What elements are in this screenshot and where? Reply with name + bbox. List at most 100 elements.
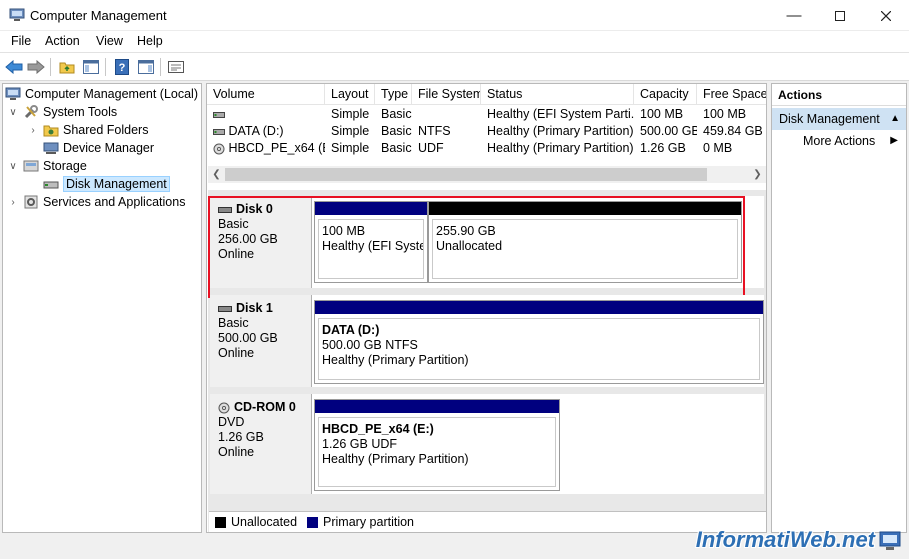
disk-1-row[interactable]: Disk 1 Basic 500.00 GB Online DATA (D:) … — [210, 295, 764, 387]
tree-item-device-manager[interactable]: Device Manager — [39, 139, 154, 157]
menu-bar: File Action View Help — [0, 31, 909, 53]
volume-icon — [213, 111, 225, 118]
tree-label: Computer Management (Local) — [25, 87, 198, 101]
partition-status: Healthy (Primary Partition) — [322, 452, 469, 466]
table-row[interactable]: DATA (D:) Simple Basic NTFS Healthy (Pri… — [207, 123, 766, 140]
partition-data-d[interactable]: DATA (D:) 500.00 GB NTFS Healthy (Primar… — [314, 300, 764, 384]
table-row[interactable]: HBCD_PE_x64 (E:) Simple Basic UDF Health… — [207, 140, 766, 157]
partition-title: HBCD_PE_x64 (E:) — [322, 422, 434, 436]
partition-size: 500.00 GB NTFS — [322, 338, 418, 352]
chevron-right-icon[interactable]: › — [27, 125, 39, 136]
more-actions-label: More Actions — [803, 134, 876, 148]
partition-details: HBCD_PE_x64 (E:) 1.26 GB UDF Healthy (Pr… — [318, 417, 556, 487]
partition-title: DATA (D:) — [322, 323, 380, 337]
tree-label: System Tools — [43, 105, 118, 119]
disk-1-label[interactable]: Disk 1 Basic 500.00 GB Online — [210, 295, 312, 387]
title-bar: Computer Management — — [0, 0, 909, 31]
tree-item-services-and-applications[interactable]: › Services and Applications — [7, 193, 185, 211]
column-type[interactable]: Type — [375, 84, 412, 105]
tree-item-system-tools[interactable]: ∨ System Tools — [7, 103, 117, 121]
watermark-text: InformatiWeb.net — [695, 527, 875, 552]
minimize-button[interactable]: — — [771, 0, 817, 31]
menu-view[interactable]: View — [96, 34, 123, 48]
type-cell: Basic — [381, 141, 412, 155]
column-layout[interactable]: Layout — [325, 84, 375, 105]
legend-unallocated: Unallocated — [231, 515, 298, 529]
toolbar: ? — [0, 53, 909, 81]
cd-drive-icon — [213, 143, 225, 155]
partition-size: 1.26 GB UDF — [322, 437, 398, 451]
shared-folder-icon — [43, 125, 59, 137]
tree-label: Disk Management — [63, 176, 170, 192]
tree-item-computer-management[interactable]: Computer Management (Local) — [5, 85, 198, 103]
partition-status: Healthy (Primary Partition) — [322, 353, 469, 367]
toolbar-separator — [160, 58, 161, 76]
tree-item-shared-folders[interactable]: › Shared Folders — [27, 121, 148, 139]
properties-button[interactable] — [166, 57, 186, 77]
minimize-icon: — — [786, 7, 802, 24]
partition-details: DATA (D:) 500.00 GB NTFS Healthy (Primar… — [318, 318, 760, 380]
capacity-cell: 500.00 GB — [640, 124, 697, 138]
collapse-up-icon[interactable]: ▲ — [890, 108, 900, 130]
menu-file[interactable]: File — [11, 34, 31, 48]
forward-button[interactable] — [26, 57, 46, 77]
back-arrow-icon — [5, 60, 23, 74]
volume-cell — [207, 106, 325, 123]
highlight-box — [208, 196, 745, 298]
chevron-down-icon[interactable]: ∨ — [7, 161, 19, 172]
cd-rom-0-label[interactable]: CD-ROM 0 DVD 1.26 GB Online — [210, 394, 312, 494]
computer-management-icon — [5, 87, 21, 100]
scroll-left-icon[interactable]: ❮ — [208, 166, 225, 183]
actions-pane: Actions Disk Management ▲ More Actions ▶ — [771, 83, 907, 533]
column-status[interactable]: Status — [481, 84, 634, 105]
show-hide-action-pane-button[interactable] — [136, 57, 156, 77]
chevron-right-icon[interactable]: › — [7, 197, 19, 208]
window-title: Computer Management — [30, 8, 167, 23]
fs-cell: NTFS — [418, 124, 451, 138]
help-button[interactable]: ? — [112, 57, 132, 77]
primary-partition-bar — [315, 301, 763, 314]
column-capacity[interactable]: Capacity — [634, 84, 697, 105]
action-pane-icon — [138, 60, 154, 74]
disk-management-icon — [43, 181, 59, 189]
scroll-right-icon[interactable]: ❯ — [749, 166, 766, 183]
status-cell: Healthy (Primary Partition) — [487, 124, 634, 138]
unallocated-swatch — [215, 516, 226, 528]
column-volume[interactable]: Volume — [207, 84, 325, 105]
tree-item-disk-management[interactable]: Disk Management — [39, 175, 170, 193]
up-folder-button[interactable] — [57, 57, 77, 77]
status-cell: Healthy (EFI System Parti... — [487, 107, 634, 121]
horizontal-scrollbar[interactable]: ❮ ❯ — [208, 166, 766, 183]
table-row[interactable]: Simple Basic Healthy (EFI System Parti..… — [207, 106, 766, 123]
disk-name: Disk 1 — [236, 301, 273, 315]
scrollbar-thumb[interactable] — [225, 168, 707, 181]
free-space-cell: 0 MB — [703, 141, 733, 155]
column-file-system[interactable]: File System — [412, 84, 481, 105]
more-actions-link[interactable]: More Actions ▶ — [772, 130, 906, 152]
services-icon — [24, 195, 38, 209]
partition-hbcd-e[interactable]: HBCD_PE_x64 (E:) 1.26 GB UDF Healthy (Pr… — [314, 399, 560, 491]
type-cell: Basic — [381, 124, 412, 138]
primary-partition-bar — [315, 400, 559, 413]
volume-list-header: Volume Layout Type File System Status Ca… — [207, 84, 766, 105]
back-button[interactable] — [4, 57, 24, 77]
system-tools-icon — [24, 105, 38, 119]
show-hide-tree-button[interactable] — [81, 57, 101, 77]
menu-action[interactable]: Action — [45, 34, 80, 48]
maximize-button[interactable] — [817, 0, 863, 31]
column-free-space[interactable]: Free Space — [697, 84, 766, 105]
storage-icon — [23, 160, 39, 172]
tree-item-storage[interactable]: ∨ Storage — [7, 157, 86, 175]
close-icon — [881, 10, 891, 21]
actions-section-label: Disk Management — [779, 112, 880, 126]
close-button[interactable] — [863, 0, 909, 31]
cd-rom-0-row[interactable]: CD-ROM 0 DVD 1.26 GB Online HBCD_PE_x64 … — [210, 394, 764, 494]
disk-name: CD-ROM 0 — [234, 400, 296, 414]
menu-help[interactable]: Help — [137, 34, 163, 48]
chevron-down-icon[interactable]: ∨ — [7, 107, 19, 118]
fs-cell — [412, 106, 481, 123]
device-manager-icon — [43, 142, 59, 154]
disk-0-row[interactable]: Disk 0 Basic 256.00 GB Online 100 MB Hea… — [208, 196, 764, 298]
actions-section-disk-management[interactable]: Disk Management ▲ — [772, 108, 906, 130]
capacity-cell: 1.26 GB — [640, 141, 686, 155]
